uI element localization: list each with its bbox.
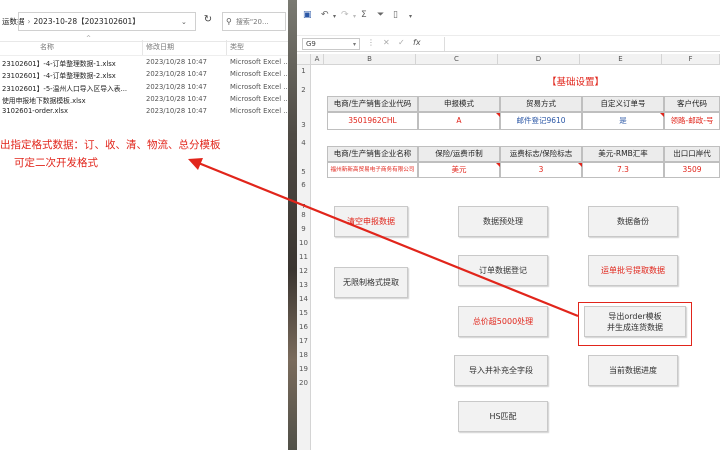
arrow-line: [195, 160, 579, 318]
annotation-arrow: [188, 158, 579, 318]
